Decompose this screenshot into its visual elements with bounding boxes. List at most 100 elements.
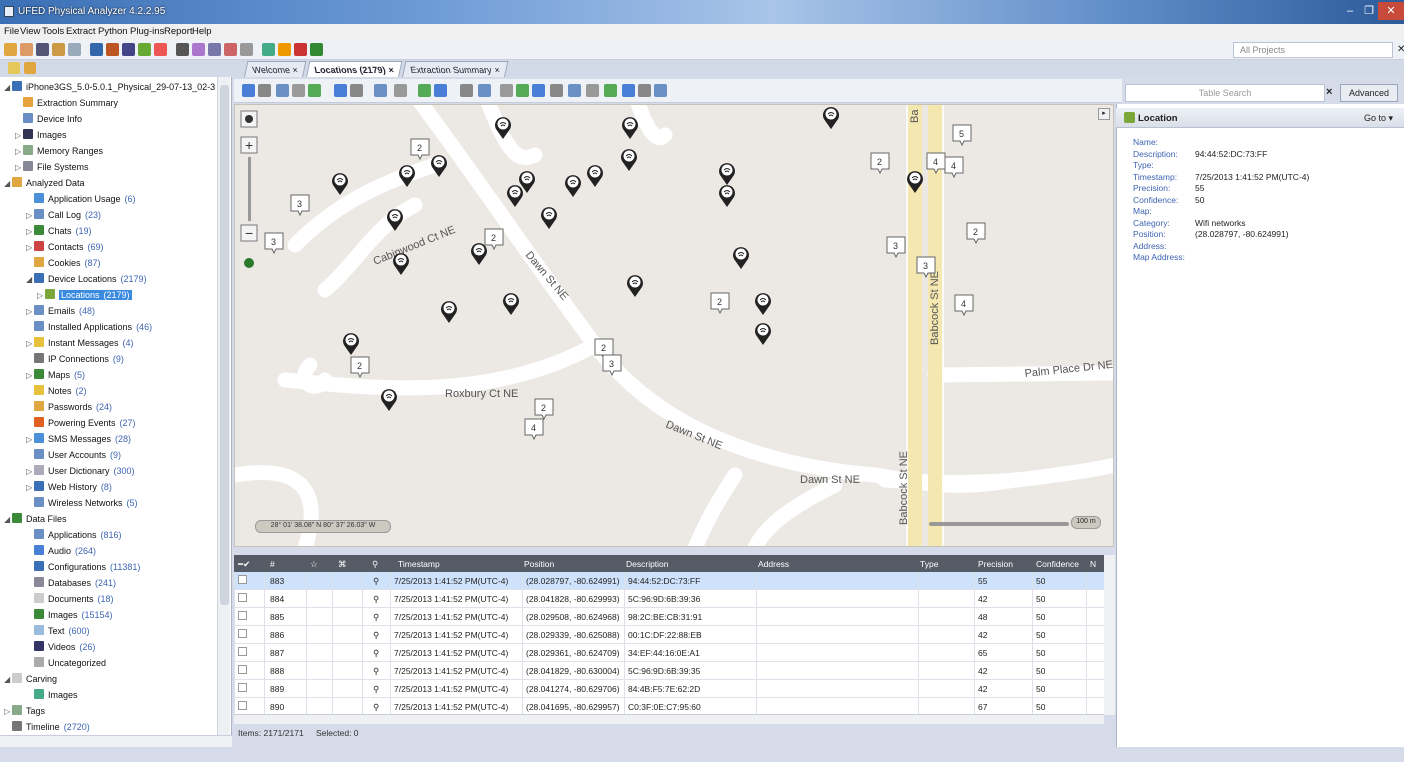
wifi-pin-icon[interactable]: [431, 155, 447, 177]
column-timestamp[interactable]: Timestamp: [398, 559, 440, 569]
current-location-pin[interactable]: [244, 258, 254, 268]
table-row[interactable]: ⚲ 885 7/25/2013 1:41:52 PM(UTC-4) (28.02950…: [234, 608, 1104, 626]
wifi-pin-icon[interactable]: [441, 301, 457, 323]
wifi-pin-icon[interactable]: [471, 243, 487, 265]
table-row[interactable]: ⚲ 888 7/25/2013 1:41:52 PM(UTC-4) (28.04182…: [234, 662, 1104, 680]
map-tool-icon[interactable]: [258, 84, 271, 97]
map-tool-icon[interactable]: [638, 84, 651, 97]
expand-arrow-icon[interactable]: ▷: [26, 339, 34, 348]
cluster-marker[interactable]: 2: [870, 152, 890, 175]
row-checkbox[interactable]: [238, 593, 247, 602]
cluster-marker[interactable]: 2: [534, 398, 554, 421]
wifi-pin-icon[interactable]: [823, 107, 839, 129]
menu-tools[interactable]: Tools: [42, 26, 64, 37]
column-position[interactable]: Position: [524, 559, 554, 569]
table-search-input[interactable]: Table Search: [1125, 84, 1325, 102]
tree-item[interactable]: Extraction Summary: [15, 97, 118, 112]
menu-report[interactable]: Report: [164, 26, 193, 37]
row-checkbox[interactable]: [238, 629, 247, 638]
map-tool-icon[interactable]: [418, 84, 431, 97]
map-tool-icon[interactable]: [516, 84, 529, 97]
map-tool-icon[interactable]: [622, 84, 635, 97]
wifi-pin-icon[interactable]: [622, 117, 638, 139]
expand-arrow-icon[interactable]: ◢: [4, 179, 12, 188]
toolbar-tool-icon[interactable]: [4, 43, 17, 56]
row-checkbox[interactable]: [238, 647, 247, 656]
map-tool-icon[interactable]: [334, 84, 347, 97]
tree-item[interactable]: Images: [26, 689, 78, 704]
wifi-pin-icon[interactable]: [507, 185, 523, 207]
toolbar-tool-icon[interactable]: [262, 43, 275, 56]
tree-item[interactable]: ▷ Emails (48): [26, 305, 95, 320]
tree-item[interactable]: IP Connections (9): [26, 353, 124, 368]
tree-item[interactable]: ▷ File Systems: [15, 161, 89, 176]
zoom-slider[interactable]: [248, 157, 251, 221]
toolbar-tool-icon[interactable]: [68, 43, 81, 56]
wifi-pin-icon[interactable]: [719, 163, 735, 185]
map-tool-icon[interactable]: [478, 84, 491, 97]
tree-item[interactable]: Videos (26): [26, 641, 95, 656]
tree-item[interactable]: Powering Events (27): [26, 417, 136, 432]
map-tool-icon[interactable]: [654, 84, 667, 97]
wifi-pin-icon[interactable]: [503, 293, 519, 315]
tree-item[interactable]: Documents (18): [26, 593, 114, 608]
toolbar-tool-icon[interactable]: [278, 43, 291, 56]
tree-item[interactable]: Application Usage (6): [26, 193, 136, 208]
toolbar-tool-icon[interactable]: [192, 43, 205, 56]
map-tool-icon[interactable]: [276, 84, 289, 97]
menu-file[interactable]: File: [4, 26, 19, 37]
map-tool-icon[interactable]: [532, 84, 545, 97]
row-checkbox[interactable]: [238, 701, 247, 710]
toolbar-tool-icon[interactable]: [122, 43, 135, 56]
minimize-button[interactable]: –: [1340, 2, 1360, 20]
expand-arrow-icon[interactable]: ▷: [26, 307, 34, 316]
goto-dropdown[interactable]: Go to ▾: [1364, 113, 1393, 124]
map-tool-icon[interactable]: [350, 84, 363, 97]
tree-item[interactable]: ▷ Tags: [4, 705, 45, 720]
collapse-details-button[interactable]: ▸: [1098, 108, 1110, 120]
expand-arrow-icon[interactable]: ▷: [26, 483, 34, 492]
toolbar-tool-icon[interactable]: [294, 43, 307, 56]
cluster-marker[interactable]: 2: [350, 356, 370, 379]
expand-arrow-icon[interactable]: ◢: [4, 83, 12, 92]
tag-icon[interactable]: ⌘: [338, 559, 347, 570]
table-row[interactable]: ⚲ 890 7/25/2013 1:41:52 PM(UTC-4) (28.04169…: [234, 698, 1104, 714]
map-tool-icon[interactable]: [586, 84, 599, 97]
table-row[interactable]: ⚲ 889 7/25/2013 1:41:52 PM(UTC-4) (28.04127…: [234, 680, 1104, 698]
toolbar-tool-icon[interactable]: [224, 43, 237, 56]
toolbar-tool-icon[interactable]: [176, 43, 189, 56]
tab-close-icon[interactable]: ×: [493, 65, 500, 75]
row-checkbox[interactable]: [238, 611, 247, 620]
expand-arrow-icon[interactable]: ◢: [4, 675, 12, 684]
wifi-pin-icon[interactable]: [565, 175, 581, 197]
toolbar-tool-icon[interactable]: [90, 43, 103, 56]
map-tool-icon[interactable]: [500, 84, 513, 97]
cluster-marker[interactable]: 3: [290, 194, 310, 217]
wifi-pin-icon[interactable]: [343, 333, 359, 355]
map-tool-icon[interactable]: [604, 84, 617, 97]
wifi-pin-icon[interactable]: [541, 207, 557, 229]
tree-item[interactable]: Device Info: [15, 113, 82, 128]
tree-item[interactable]: ◢ Device Locations (2179): [26, 273, 147, 288]
wifi-pin-icon[interactable]: [621, 149, 637, 171]
expand-arrow-icon[interactable]: ▷: [37, 291, 45, 300]
toolbar-tool-icon[interactable]: [20, 43, 33, 56]
tree-item[interactable]: ▷ Images: [15, 129, 67, 144]
column-n[interactable]: N: [1090, 559, 1096, 569]
tree-item[interactable]: ◢ Carving: [4, 673, 57, 688]
column-precision[interactable]: Precision: [978, 559, 1013, 569]
expand-arrow-icon[interactable]: ▷: [4, 707, 12, 716]
column-type[interactable]: Type: [920, 559, 938, 569]
cluster-marker[interactable]: 4: [954, 294, 974, 317]
expand-arrow-icon[interactable]: ▷: [26, 435, 34, 444]
map-tool-icon[interactable]: [394, 84, 407, 97]
menu-plug-ins[interactable]: Plug-ins: [130, 26, 164, 37]
tree-item[interactable]: ▷ User Dictionary (300): [26, 465, 135, 480]
table-row[interactable]: ⚲ 883 7/25/2013 1:41:52 PM(UTC-4) (28.02879…: [234, 572, 1104, 590]
tree-item[interactable]: Uncategorized: [26, 657, 106, 672]
tab-extraction-summary[interactable]: Extraction Summary ×: [402, 61, 509, 77]
expand-arrow-icon[interactable]: ▷: [15, 131, 23, 140]
row-checkbox[interactable]: [238, 683, 247, 692]
tab-close-icon[interactable]: ×: [387, 65, 394, 75]
cluster-marker[interactable]: 4: [944, 156, 964, 179]
